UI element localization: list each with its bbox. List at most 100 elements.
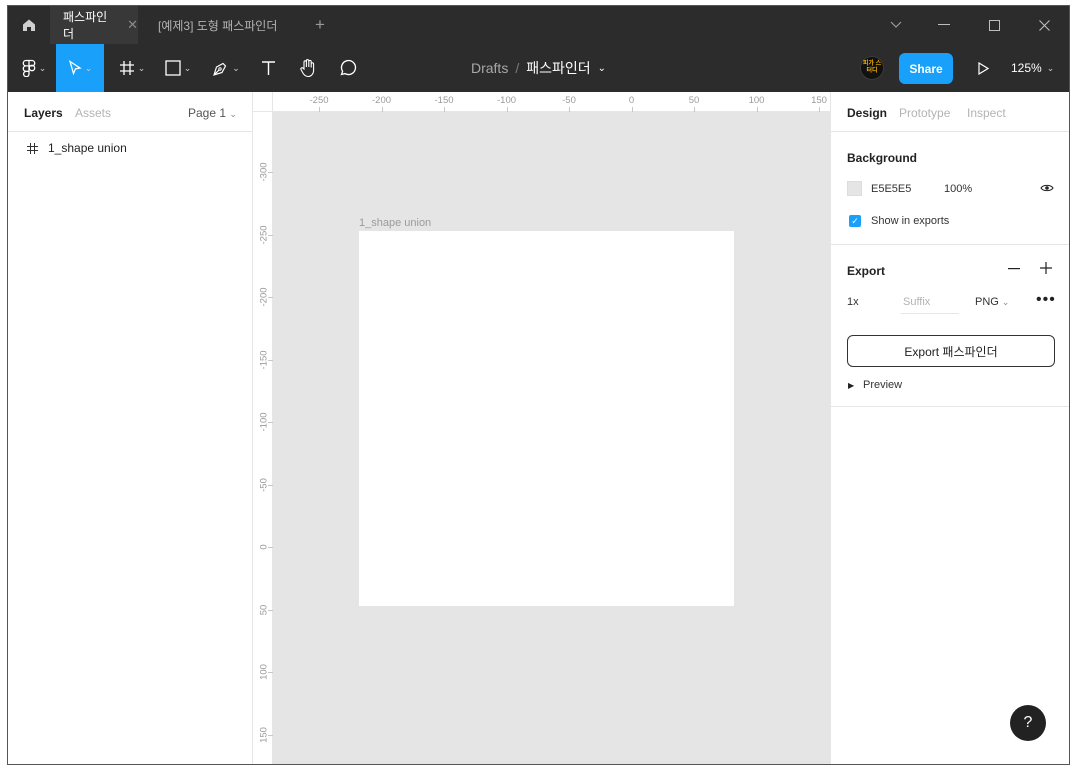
show-in-exports-checkbox[interactable]: ✓ <box>849 215 861 227</box>
home-button[interactable] <box>8 6 50 44</box>
rectangle-icon <box>165 60 181 76</box>
tab-assets[interactable]: Assets <box>75 106 111 120</box>
tab-inspect[interactable]: Inspect <box>967 106 1006 120</box>
left-panel-tabs: Layers Assets Page 1 ⌄ <box>8 92 252 132</box>
ruler-label: -50 <box>562 95 576 106</box>
export-format-select[interactable]: PNG ⌄ <box>975 296 1009 308</box>
vertical-ruler: -300 -250 -200 -150 -100 -50 0 50 100 150 <box>253 112 273 764</box>
chevron-down-icon[interactable]: ⌄ <box>598 63 606 74</box>
export-button[interactable]: Export 패스파인더 <box>847 335 1055 367</box>
frame-icon <box>119 61 134 75</box>
pen-icon <box>213 62 227 76</box>
play-icon <box>977 61 989 75</box>
chevron-down-icon: ⌄ <box>183 62 192 73</box>
ruler-label: 0 <box>628 95 635 106</box>
frame-1-shape-union[interactable] <box>359 231 734 606</box>
export-section: Export 1x Suffix PNG ⌄ ••• Export 패스파인더 … <box>831 245 1069 407</box>
breadcrumb-drafts[interactable]: Drafts <box>471 60 508 76</box>
pen-tool[interactable]: ⌄ <box>204 44 248 92</box>
zoom-level: 125% <box>1011 61 1042 75</box>
layer-item[interactable]: 1_shape union <box>8 138 252 158</box>
maximize-icon <box>988 19 1000 31</box>
tab-pathfinder[interactable]: 패스파인더 ✕ <box>50 6 138 44</box>
figma-window: 패스파인더 ✕ [예제3] 도형 패스파인더 + ⌄ ⌄ ⌄ ⌄ ⌄ Draft… <box>7 5 1070 765</box>
close-tab-icon[interactable]: ✕ <box>127 17 138 33</box>
frame-tool[interactable]: ⌄ <box>112 44 152 92</box>
tab-design[interactable]: Design <box>847 106 887 120</box>
main-menu-button[interactable]: ⌄ <box>14 44 54 92</box>
text-icon <box>261 61 275 75</box>
frame-label[interactable]: 1_shape union <box>359 217 431 229</box>
background-opacity[interactable]: 100% <box>944 183 972 195</box>
right-panel-tabs: Design Prototype Inspect <box>831 92 1069 132</box>
avatar[interactable]: 피가 스터디 <box>860 56 884 80</box>
ruler-corner <box>253 92 273 112</box>
maximize-button[interactable] <box>970 6 1018 44</box>
layer-name: 1_shape union <box>48 141 127 155</box>
zoom-dropdown[interactable]: 125% ⌄ <box>1011 44 1054 92</box>
tab-layers[interactable]: Layers <box>24 106 63 120</box>
new-tab-button[interactable]: + <box>310 6 330 44</box>
comment-tool[interactable] <box>332 44 364 92</box>
export-scale[interactable]: 1x <box>847 296 859 308</box>
chevron-down-icon: ⌄ <box>1001 297 1010 307</box>
ruler-label: 150 <box>811 95 827 106</box>
shape-tool[interactable]: ⌄ <box>158 44 198 92</box>
canvas[interactable]: 1_shape union <box>273 112 830 764</box>
frame-icon <box>27 142 38 154</box>
export-suffix-input[interactable]: Suffix <box>901 291 959 314</box>
ruler-label: -200 <box>371 95 392 106</box>
background-color-swatch[interactable] <box>847 181 862 196</box>
move-tool[interactable]: ⌄ <box>56 44 104 92</box>
page-name: Page 1 <box>188 106 227 120</box>
minimize-icon <box>938 24 950 25</box>
more-options-icon[interactable]: ••• <box>1036 291 1056 309</box>
ruler-label: 100 <box>748 95 765 106</box>
eye-icon[interactable] <box>1040 183 1054 193</box>
triangle-right-icon[interactable]: ▶ <box>848 381 854 390</box>
page-selector[interactable]: Page 1 ⌄ <box>188 106 237 120</box>
ruler-label: -100 <box>496 95 517 106</box>
tab-dropdown-button[interactable] <box>872 6 920 44</box>
chevron-down-icon: ⌄ <box>84 62 93 73</box>
export-title: Export <box>847 264 886 278</box>
tab-example3[interactable]: [예제3] 도형 패스파인더 <box>148 6 298 44</box>
chevron-down-icon: ⌄ <box>137 62 146 73</box>
background-section: Background E5E5E5 100% ✓ Show in exports <box>831 132 1069 245</box>
chevron-down-icon: ⌄ <box>38 62 47 73</box>
plus-icon[interactable] <box>1040 262 1052 274</box>
title-bar: 패스파인더 ✕ [예제3] 도형 패스파인더 + <box>8 6 1069 44</box>
tab-label: [예제3] 도형 패스파인더 <box>158 18 278 33</box>
chevron-down-icon <box>890 21 902 28</box>
tab-label: 패스파인더 <box>63 10 108 41</box>
layers-panel: Layers Assets Page 1 ⌄ 1_shape union <box>8 92 253 764</box>
minimize-button[interactable] <box>920 6 968 44</box>
ruler-label: -250 <box>309 95 329 106</box>
tab-prototype[interactable]: Prototype <box>899 106 950 120</box>
ruler-label: -150 <box>434 95 454 106</box>
preview-toggle[interactable]: Preview <box>863 379 902 391</box>
chevron-down-icon: ⌄ <box>1046 62 1055 73</box>
cursor-icon <box>68 60 82 76</box>
ruler-label: 50 <box>688 95 700 106</box>
comment-icon <box>340 59 357 76</box>
share-button[interactable]: Share <box>899 53 953 84</box>
chevron-down-icon: ⌄ <box>232 62 240 73</box>
home-icon <box>23 19 35 31</box>
horizontal-ruler: -250 -200 -150 -100 -50 0 50 100 150 <box>253 92 830 112</box>
breadcrumb-separator: / <box>515 60 520 76</box>
minus-icon[interactable] <box>1008 268 1020 270</box>
background-hex[interactable]: E5E5E5 <box>871 183 911 195</box>
close-icon <box>1038 19 1050 31</box>
hand-tool[interactable] <box>292 44 324 92</box>
hand-icon <box>300 59 315 78</box>
file-name[interactable]: 패스파인더 <box>526 58 590 78</box>
help-button[interactable]: ? <box>1010 705 1046 741</box>
properties-panel: Design Prototype Inspect Background E5E5… <box>830 92 1069 764</box>
present-button[interactable] <box>968 44 998 92</box>
background-title: Background <box>847 151 918 165</box>
close-window-button[interactable] <box>1020 6 1068 44</box>
show-in-exports-label: Show in exports <box>871 215 950 227</box>
chevron-down-icon: ⌄ <box>229 109 237 119</box>
text-tool[interactable] <box>252 44 284 92</box>
